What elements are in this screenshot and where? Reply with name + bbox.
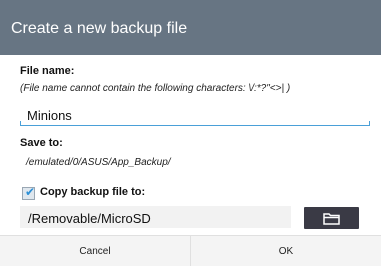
dialog-button-bar: Cancel OK — [0, 235, 381, 266]
backup-dialog: Create a new backup file File name: (Fil… — [0, 0, 381, 266]
file-name-note: (File name cannot contain the following … — [20, 83, 291, 94]
save-to-path: /emulated/0/ASUS/App_Backup/ — [26, 157, 171, 168]
copy-destination-field[interactable]: /Removable/MicroSD — [20, 206, 291, 228]
browse-folder-button[interactable] — [304, 207, 359, 229]
file-name-input[interactable]: Minions — [20, 104, 370, 126]
ok-button[interactable]: OK — [191, 236, 381, 266]
save-to-label: Save to: — [20, 137, 63, 149]
file-name-label: File name: — [20, 65, 75, 77]
input-edge-left — [20, 121, 21, 126]
copy-destination-value: /Removable/MicroSD — [28, 211, 151, 226]
copy-backup-checkbox[interactable]: ✔ — [22, 185, 36, 200]
cancel-button[interactable]: Cancel — [0, 236, 190, 266]
checkmark-icon: ✔ — [25, 185, 36, 199]
dialog-title: Create a new backup file — [11, 20, 188, 37]
file-name-value: Minions — [27, 108, 72, 123]
input-underline — [20, 125, 370, 126]
input-edge-right — [369, 121, 370, 126]
folder-icon — [323, 213, 340, 225]
dialog-title-bar: Create a new backup file — [0, 0, 381, 55]
copy-backup-label[interactable]: Copy backup file to: — [40, 186, 145, 198]
